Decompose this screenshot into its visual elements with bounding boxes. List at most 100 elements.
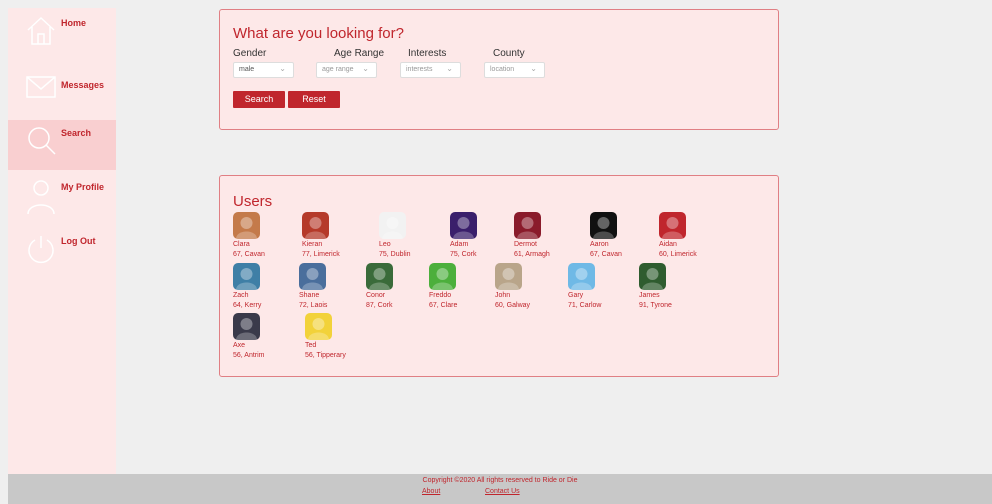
avatar[interactable]	[568, 263, 595, 290]
user-card[interactable]: Clara 67, Cavan	[233, 212, 303, 258]
interests-label: Interests	[408, 48, 447, 59]
footer-copyright: Copyright ©2020 All rights reserved to R…	[422, 477, 578, 484]
user-card[interactable]: Adam 75, Cork	[450, 212, 520, 258]
nav-profile[interactable]: My Profile	[8, 176, 116, 226]
user-name[interactable]: John	[495, 292, 565, 299]
chevron-down-icon: ⌄	[279, 64, 286, 73]
user-age-county: 61, Armagh	[514, 251, 550, 258]
nav-profile-label: My Profile	[61, 182, 105, 192]
user-card[interactable]: Ted 56, Tipperary	[305, 313, 375, 359]
age-range-select[interactable]: age range ⌄	[316, 62, 377, 78]
avatar[interactable]	[302, 212, 329, 239]
user-age-county: 75, Cork	[450, 251, 477, 258]
search-icon	[28, 127, 56, 155]
user-card[interactable]: Kieran 77, Limerick	[302, 212, 372, 258]
interests-placeholder: interests	[406, 66, 433, 73]
chevron-down-icon: ⌄	[446, 64, 453, 73]
nav-messages[interactable]: Messages	[8, 64, 116, 114]
user-card[interactable]: Aidan 60, Limerick	[659, 212, 729, 258]
nav-home[interactable]: Home	[8, 8, 116, 58]
user-age-county: 75, Dublin	[379, 251, 411, 258]
user-age-county: 56, Tipperary	[305, 352, 346, 359]
avatar[interactable]	[450, 212, 477, 239]
county-select[interactable]: location ⌄	[484, 62, 545, 78]
user-name[interactable]: Freddo	[429, 292, 499, 299]
user-card[interactable]: Zach 64, Kerry	[233, 263, 303, 309]
mail-icon	[26, 76, 56, 98]
user-name[interactable]: Clara	[233, 241, 303, 248]
avatar[interactable]	[379, 212, 406, 239]
users-title: Users	[233, 193, 273, 210]
user-name[interactable]: Aaron	[590, 241, 660, 248]
user-name[interactable]: Axe	[233, 342, 303, 349]
chevron-down-icon: ⌄	[362, 64, 369, 73]
user-age-county: 91, Tyrone	[639, 302, 672, 309]
chevron-down-icon: ⌄	[530, 64, 537, 73]
avatar[interactable]	[305, 313, 332, 340]
search-panel: What are you looking for? Gender Age Ran…	[219, 9, 779, 130]
user-card[interactable]: Shane 72, Laois	[299, 263, 369, 309]
user-name[interactable]: Zach	[233, 292, 303, 299]
user-card[interactable]: Gary 71, Carlow	[568, 263, 638, 309]
user-age-county: 64, Kerry	[233, 302, 262, 309]
avatar[interactable]	[639, 263, 666, 290]
user-name[interactable]: James	[639, 292, 709, 299]
user-card[interactable]: Aaron 67, Cavan	[590, 212, 660, 258]
user-age-county: 71, Carlow	[568, 302, 602, 309]
user-name[interactable]: Aidan	[659, 241, 729, 248]
user-name[interactable]: Ted	[305, 342, 375, 349]
nav-home-label: Home	[61, 18, 87, 28]
avatar[interactable]	[233, 263, 260, 290]
avatar[interactable]	[366, 263, 393, 290]
about-link[interactable]: About	[422, 488, 440, 495]
avatar[interactable]	[659, 212, 686, 239]
user-card[interactable]: Leo 75, Dublin	[379, 212, 449, 258]
nav-messages-label: Messages	[61, 80, 105, 90]
user-name[interactable]: Gary	[568, 292, 638, 299]
age-range-label: Age Range	[334, 48, 385, 59]
avatar[interactable]	[233, 313, 260, 340]
user-name[interactable]: Dermot	[514, 241, 584, 248]
users-panel: Users Clara 67, Cavan Kieran 77, Limerick Le…	[219, 175, 779, 377]
avatar[interactable]	[514, 212, 541, 239]
gender-select-value: male	[239, 66, 255, 73]
nav-logout[interactable]: Log Out	[8, 230, 116, 280]
gender-select[interactable]: male ⌄	[233, 62, 294, 78]
avatar[interactable]	[429, 263, 456, 290]
user-card[interactable]: Dermot 61, Armagh	[514, 212, 584, 258]
user-name[interactable]: Kieran	[302, 241, 372, 248]
user-age-county: 60, Limerick	[659, 251, 697, 258]
power-icon	[28, 236, 54, 264]
avatar[interactable]	[495, 263, 522, 290]
age-range-placeholder: age range	[322, 66, 354, 73]
footer: Copyright ©2020 All rights reserved to R…	[8, 474, 992, 504]
user-name[interactable]: Adam	[450, 241, 520, 248]
avatar[interactable]	[590, 212, 617, 239]
reset-button[interactable]: Reset	[288, 91, 340, 108]
user-age-county: 67, Clare	[429, 302, 458, 309]
user-card[interactable]: John 60, Galway	[495, 263, 565, 309]
home-icon	[27, 16, 55, 45]
avatar[interactable]	[299, 263, 326, 290]
gender-label: Gender	[233, 48, 267, 59]
county-label: County	[493, 48, 525, 59]
user-icon	[27, 180, 55, 215]
user-age-county: 77, Limerick	[302, 251, 340, 258]
avatar[interactable]	[233, 212, 260, 239]
nav-search[interactable]: Search	[8, 120, 116, 170]
user-age-county: 72, Laois	[299, 302, 328, 309]
user-card[interactable]: Axe 56, Antrim	[233, 313, 303, 359]
user-card[interactable]: Freddo 67, Clare	[429, 263, 499, 309]
interests-select[interactable]: interests ⌄	[400, 62, 461, 78]
nav-logout-label: Log Out	[61, 236, 96, 246]
user-card[interactable]: Conor 87, Cork	[366, 263, 436, 309]
nav-search-label: Search	[61, 128, 92, 138]
user-name[interactable]: Conor	[366, 292, 436, 299]
user-name[interactable]: Shane	[299, 292, 369, 299]
search-button[interactable]: Search	[233, 91, 285, 108]
user-age-county: 87, Cork	[366, 302, 393, 309]
user-name[interactable]: Leo	[379, 241, 449, 248]
contact-link[interactable]: Contact Us	[485, 488, 520, 495]
user-card[interactable]: James 91, Tyrone	[639, 263, 709, 309]
user-age-county: 56, Antrim	[233, 352, 265, 359]
